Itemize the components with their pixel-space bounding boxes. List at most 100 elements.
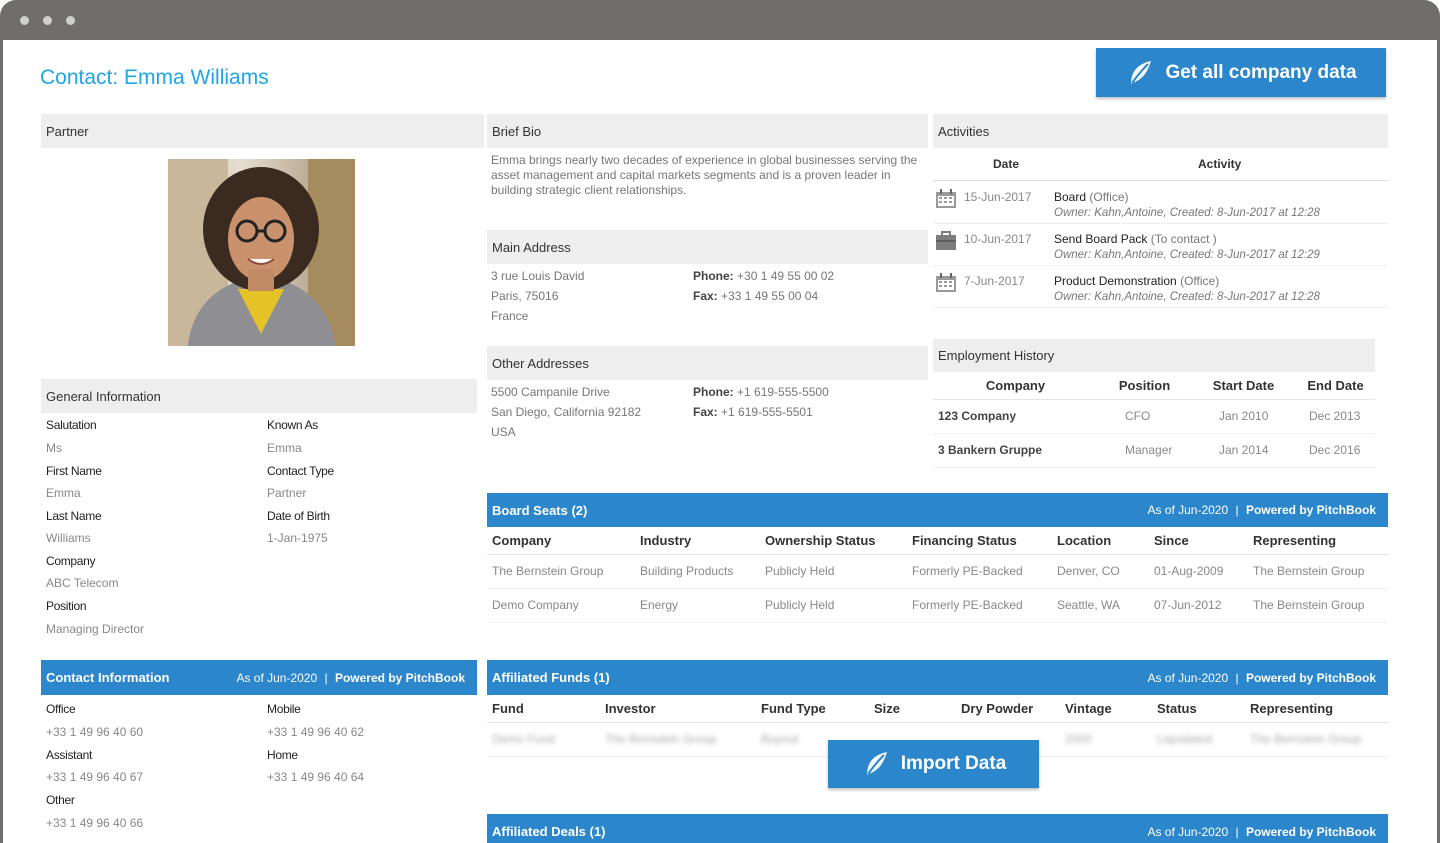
address-phone: Phone: +1 619-555-5500 (693, 382, 829, 402)
table-cell: The Bernstein Group (1248, 588, 1388, 623)
activities-col-date: Date (993, 157, 1020, 171)
table-row[interactable]: 3 Bankern Gruppe Manager Jan 2014 Dec 20… (933, 433, 1375, 468)
fax-value: +33 1 49 55 00 04 (721, 289, 819, 303)
other-addresses-header: Other Addresses (487, 346, 928, 380)
powered-by-pitchbook-link[interactable]: Powered by PitchBook (1246, 825, 1376, 839)
table-cell: The Bernstein Group (600, 722, 756, 757)
powered-by-pitchbook-link[interactable]: Powered by PitchBook (335, 671, 465, 685)
table-cell: 123 Company (933, 399, 1093, 434)
leaf-icon (1131, 60, 1152, 84)
table-cell: Manager (1093, 433, 1191, 468)
table-row[interactable]: The Bernstein Group Building Products Pu… (487, 554, 1388, 589)
fax-value: +1 619-555-5501 (721, 405, 813, 419)
briefcase-icon (936, 231, 956, 250)
address-line: 5500 Campanile Drive (491, 385, 610, 399)
fax-label: Fax: (693, 405, 718, 419)
column-header: Investor (600, 695, 756, 723)
table-cell: Dec 2013 (1291, 399, 1375, 434)
table-cell: Building Products (635, 554, 760, 589)
activity-name[interactable]: Send Board Pack (1054, 232, 1147, 246)
separator: | (324, 670, 328, 685)
phone-value[interactable]: +33 1 49 96 40 62 (267, 725, 364, 739)
field-value: Emma (267, 441, 302, 455)
fax-label: Fax: (693, 289, 718, 303)
activity-title: Board (Office) (1054, 190, 1129, 204)
table-cell: The Bernstein Group (1245, 722, 1388, 757)
phone-value[interactable]: +30 1 49 55 00 02 (737, 269, 834, 283)
activity-type: (Office) (1089, 190, 1129, 204)
phone-label: Phone: (693, 385, 734, 399)
table-cell: The Bernstein Group (1248, 554, 1388, 589)
table-cell[interactable]: Demo Company (487, 588, 635, 623)
window-dot-icon[interactable] (20, 16, 29, 25)
pitchbook-attribution: As of Jun-2020 | Powered by PitchBook (1147, 671, 1376, 685)
column-header: Representing (1245, 695, 1388, 723)
activity-name[interactable]: Product Demonstration (1054, 274, 1177, 288)
activity-date: 15-Jun-2017 (964, 190, 1032, 204)
table-cell[interactable]: The Bernstein Group (487, 554, 635, 589)
affiliated-funds-title: Affiliated Funds (1) (492, 670, 610, 685)
field-value: Williams (46, 531, 91, 545)
powered-by-pitchbook-link[interactable]: Powered by PitchBook (1246, 503, 1376, 517)
column-header: Company (487, 527, 635, 555)
column-header: Representing (1248, 527, 1388, 555)
address-line: USA (491, 425, 516, 439)
affiliated-deals-title: Affiliated Deals (1) (492, 824, 606, 839)
activity-owner: Owner: Kahn,Antoine, Created: 8-Jun-2017… (1054, 291, 1320, 303)
phone-value[interactable]: +33 1 49 96 40 67 (46, 770, 143, 784)
column-header: Location (1052, 527, 1149, 555)
address-fax: Fax: +1 619-555-5501 (693, 402, 813, 422)
phone-value[interactable]: +33 1 49 96 40 66 (46, 816, 143, 830)
field-value: ABC Telecom (46, 576, 119, 590)
field-value: Ms (46, 441, 62, 455)
field-label: Assistant (46, 748, 92, 762)
table-row[interactable]: 123 Company CFO Jan 2010 Dec 2013 (933, 399, 1375, 434)
field-label: Last Name (46, 509, 102, 523)
phone-value[interactable]: +33 1 49 96 40 60 (46, 725, 143, 739)
activity-owner: Owner: Kahn,Antoine, Created: 8-Jun-2017… (1054, 249, 1320, 261)
column-header: Since (1149, 527, 1248, 555)
column-header: End Date (1291, 372, 1375, 400)
affiliated-deals-header: Affiliated Deals (1) As of Jun-2020 | Po… (487, 814, 1388, 843)
activity-row[interactable]: 15-Jun-2017 Board (Office) Owner: Kahn,A… (933, 182, 1388, 224)
window-dot-icon[interactable] (43, 16, 52, 25)
field-value: Emma (46, 486, 81, 500)
table-cell: Demo Fund (487, 722, 600, 757)
activity-title: Product Demonstration (Office) (1054, 274, 1219, 288)
column-header: Vintage (1060, 695, 1152, 723)
phone-value[interactable]: +1 619-555-5500 (737, 385, 829, 399)
field-label: Known As (267, 418, 318, 432)
pitchbook-attribution: As of Jun-2020 | Powered by PitchBook (236, 671, 465, 685)
partner-header: Partner (41, 114, 484, 148)
table-cell: 2000 (1060, 722, 1152, 757)
main-address-header: Main Address (487, 230, 928, 264)
table-row[interactable]: Demo Company Energy Publicly Held Former… (487, 588, 1388, 623)
activity-date: 7-Jun-2017 (964, 274, 1025, 288)
column-header: Financing Status (907, 527, 1052, 555)
powered-by-pitchbook-link[interactable]: Powered by PitchBook (1246, 671, 1376, 685)
activity-row[interactable]: 7-Jun-2017 Product Demonstration (Office… (933, 266, 1388, 308)
activity-name[interactable]: Board (1054, 190, 1086, 204)
table-cell: Publicly Held (760, 554, 907, 589)
address-line: Paris, 75016 (491, 289, 559, 303)
activity-type: (Office) (1180, 274, 1220, 288)
import-data-button[interactable]: Import Data (828, 740, 1039, 788)
window-dot-icon[interactable] (66, 16, 75, 25)
address-line: France (491, 309, 529, 323)
address-line: 3 rue Louis David (491, 269, 585, 283)
window-titlebar (0, 0, 1440, 40)
table-cell: 3 Bankern Gruppe (933, 433, 1093, 468)
activity-type: (To contact ) (1150, 232, 1217, 246)
table-cell: Formerly PE-Backed (907, 554, 1052, 589)
page-title: Contact: Emma Williams (40, 66, 269, 89)
get-all-company-data-label: Get all company data (1165, 61, 1357, 83)
phone-label: Phone: (693, 269, 734, 283)
separator: | (1235, 670, 1239, 685)
get-all-company-data-button[interactable]: Get all company data (1096, 48, 1386, 97)
phone-value[interactable]: +33 1 49 96 40 64 (267, 770, 364, 784)
column-header: Status (1152, 695, 1245, 723)
as-of-label: As of Jun-2020 (1147, 503, 1229, 517)
field-value: 1-Jan-1975 (267, 531, 328, 545)
activity-row[interactable]: 10-Jun-2017 Send Board Pack (To contact … (933, 224, 1388, 266)
column-header: Position (1093, 372, 1191, 400)
